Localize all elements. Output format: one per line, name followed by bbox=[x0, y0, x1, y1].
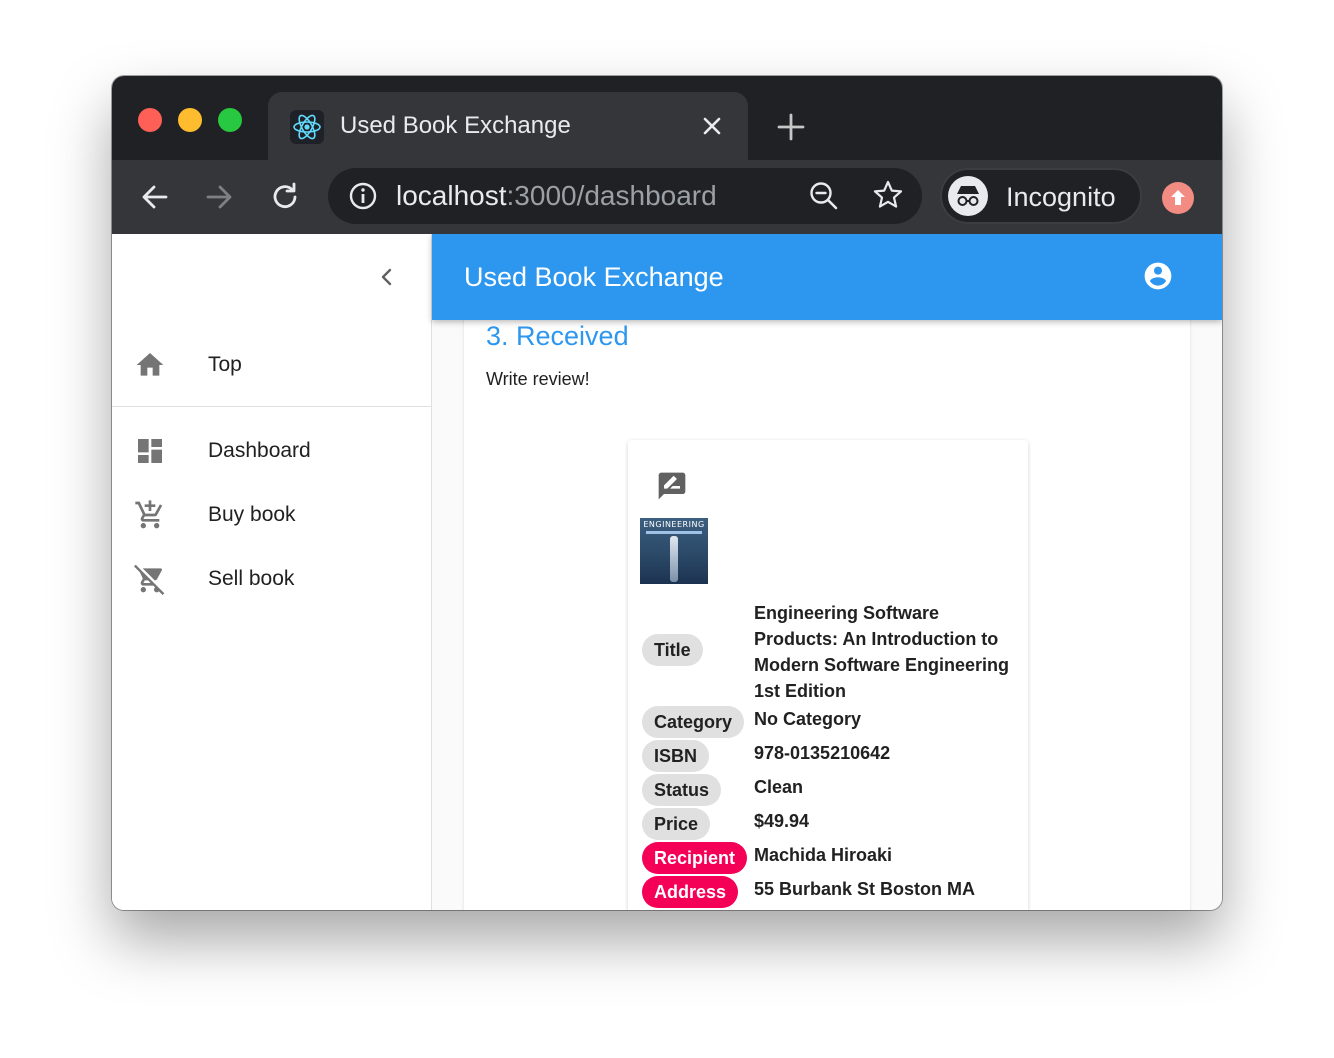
field-value: $49.94 bbox=[754, 811, 810, 831]
field-value: Machida Hiroaki bbox=[754, 845, 893, 865]
field-label-chip: Recipient bbox=[642, 842, 748, 874]
book-field-address: Address 55 Burbank St Boston MA bbox=[642, 876, 1022, 910]
forward-arrow-icon[interactable] bbox=[202, 180, 236, 214]
drawer-item-top[interactable]: Top bbox=[112, 334, 431, 396]
drawer-divider bbox=[112, 406, 431, 407]
incognito-label: Incognito bbox=[1006, 182, 1116, 212]
home-icon bbox=[134, 349, 166, 381]
reload-icon[interactable] bbox=[268, 180, 302, 214]
drawer-item-label: Buy book bbox=[208, 503, 296, 526]
incognito-icon bbox=[948, 176, 988, 216]
book-card: ENGINEERING Title Engineering Software P… bbox=[628, 440, 1028, 910]
url-path: :3000/dashboard bbox=[506, 180, 717, 211]
step-description: Write review! bbox=[486, 369, 590, 389]
field-label-chip: Category bbox=[642, 706, 745, 738]
tab-bar: Used Book Exchange bbox=[112, 76, 1222, 160]
drawer-item-buy-book[interactable]: Buy book bbox=[112, 484, 431, 546]
field-value: No Category bbox=[754, 709, 862, 729]
web-page: Top Dashboard Buy book Sell book Used Bo… bbox=[112, 234, 1222, 910]
field-label-chip: Status bbox=[642, 774, 722, 806]
maximize-window-button[interactable] bbox=[218, 108, 242, 132]
field-label-chip: ISBN bbox=[642, 740, 710, 772]
field-label-chip: Title bbox=[642, 634, 703, 666]
field-label-chip: Address bbox=[642, 876, 739, 908]
new-tab-icon[interactable] bbox=[776, 112, 806, 142]
info-icon[interactable] bbox=[348, 181, 378, 211]
field-label-chip: Price bbox=[642, 808, 711, 840]
chevron-left-icon[interactable] bbox=[374, 264, 400, 290]
incognito-button[interactable]: Incognito bbox=[940, 168, 1142, 224]
dashboard-icon bbox=[134, 435, 166, 467]
tab-title: Used Book Exchange bbox=[340, 112, 571, 139]
url-host: localhost bbox=[396, 180, 507, 211]
drawer-item-sell-book[interactable]: Sell book bbox=[112, 548, 431, 610]
book-cover-title: ENGINEERING bbox=[643, 520, 705, 529]
side-drawer: Top Dashboard Buy book Sell book bbox=[112, 234, 432, 910]
app-title: Used Book Exchange bbox=[464, 262, 724, 292]
drawer-item-label: Sell book bbox=[208, 567, 295, 590]
add-shopping-cart-icon bbox=[134, 499, 166, 531]
book-cover-image: ENGINEERING bbox=[640, 518, 708, 584]
field-value: 55 Burbank St Boston MA bbox=[754, 879, 976, 899]
app-bar: Used Book Exchange bbox=[432, 234, 1222, 320]
drawer-item-dashboard[interactable]: Dashboard bbox=[112, 420, 431, 482]
bookmark-star-icon[interactable] bbox=[872, 179, 904, 211]
book-field-price: Price $49.94 bbox=[642, 808, 1022, 842]
remove-shopping-cart-icon bbox=[134, 563, 166, 595]
react-icon bbox=[290, 110, 324, 144]
book-field-status: Status Clean bbox=[642, 774, 1022, 808]
rate-review-icon[interactable] bbox=[656, 470, 688, 502]
tab-close-icon[interactable] bbox=[700, 114, 724, 138]
address-bar[interactable]: localhost:3000/dashboard bbox=[328, 168, 922, 224]
book-field-title: Title Engineering Software Products: An … bbox=[642, 600, 1022, 701]
book-field-isbn: ISBN 978-0135210642 bbox=[642, 740, 1022, 774]
step-content-panel: 3. Received Write review! ENGINEERING Ti… bbox=[464, 274, 1190, 910]
field-value: Engineering Software Products: An Introd… bbox=[754, 603, 1010, 701]
browser-window: Used Book Exchange localhost:3000/dashbo… bbox=[112, 76, 1222, 910]
browser-toolbar: localhost:3000/dashboard Incognito bbox=[112, 160, 1222, 234]
close-window-button[interactable] bbox=[138, 108, 162, 132]
minimize-window-button[interactable] bbox=[178, 108, 202, 132]
update-arrow-icon[interactable] bbox=[1162, 182, 1194, 214]
zoom-out-icon[interactable] bbox=[808, 180, 840, 212]
field-value: 978-0135210642 bbox=[754, 743, 891, 763]
url-text[interactable]: localhost:3000/dashboard bbox=[396, 179, 717, 213]
drawer-item-label: Dashboard bbox=[208, 439, 311, 462]
back-arrow-icon[interactable] bbox=[138, 180, 172, 214]
browser-tab[interactable]: Used Book Exchange bbox=[268, 92, 748, 160]
book-field-category: Category No Category bbox=[642, 706, 1022, 740]
account-circle-icon[interactable] bbox=[1142, 260, 1174, 292]
field-value: Clean bbox=[754, 777, 804, 797]
drawer-item-label: Top bbox=[208, 353, 242, 376]
step-title: 3. Received bbox=[486, 321, 629, 351]
book-field-recipient: Recipient Machida Hiroaki bbox=[642, 842, 1022, 876]
